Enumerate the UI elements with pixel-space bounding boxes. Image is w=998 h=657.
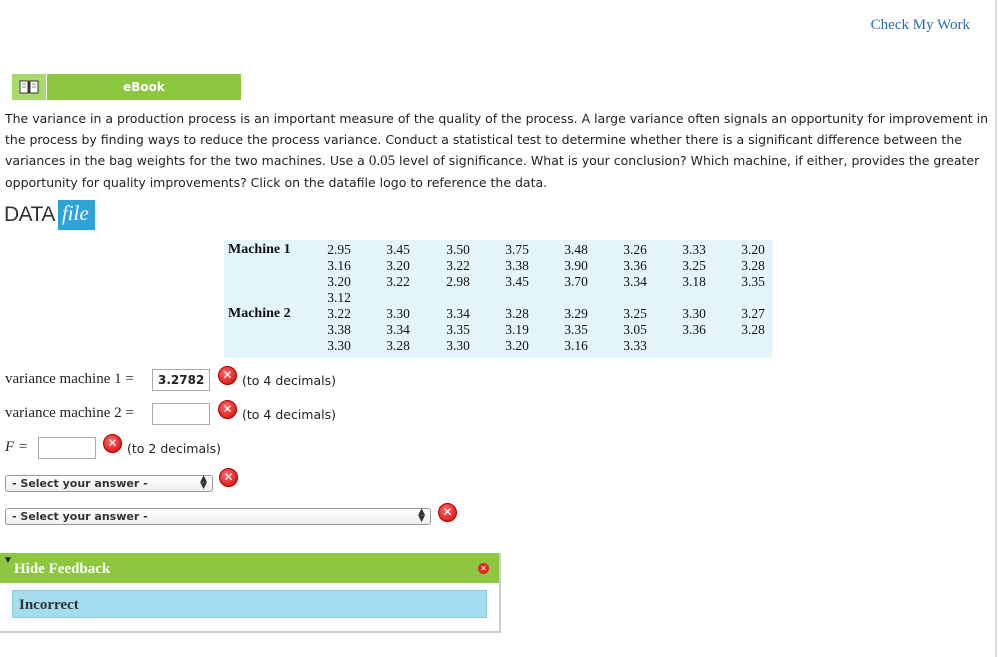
machine2-cell: 3.20 bbox=[505, 338, 529, 353]
machine1-cell: 3.25 bbox=[682, 258, 706, 273]
variance2-label: variance machine 2 = bbox=[5, 405, 134, 421]
machine1-cell: 3.70 bbox=[564, 274, 588, 289]
machine2-cell: 3.30 bbox=[682, 306, 706, 321]
data-table: Machine 1 Machine 2 2.95 3.45 3.50 3.75 3.48… bbox=[224, 240, 772, 358]
machine1-cell: 3.16 bbox=[327, 258, 351, 273]
datafile-logo-file: file bbox=[57, 200, 95, 230]
machine1-cell: 3.20 bbox=[741, 242, 765, 257]
ebook-label: eBook bbox=[47, 74, 241, 100]
machine1-cell: 3.45 bbox=[505, 274, 529, 289]
machine2-cell: 3.22 bbox=[327, 306, 351, 321]
machine1-cell: 3.34 bbox=[623, 274, 647, 289]
machine1-cell: 3.36 bbox=[623, 258, 647, 273]
machine2-cell: 3.30 bbox=[446, 338, 470, 353]
book-icon bbox=[12, 74, 47, 100]
machine2-label: Machine 2 bbox=[228, 306, 291, 321]
machine2-cell: 3.27 bbox=[741, 306, 765, 321]
check-my-work-link[interactable]: Check My Work bbox=[871, 17, 970, 34]
variance1-input[interactable]: 3.2782 bbox=[152, 369, 210, 391]
machine1-cell: 3.18 bbox=[682, 274, 706, 289]
machine1-cell: 3.38 bbox=[505, 258, 529, 273]
machine2-cell: 3.28 bbox=[386, 338, 410, 353]
machine-select-value: - Select your answer - bbox=[12, 510, 148, 523]
incorrect-icon: ✕ bbox=[218, 366, 237, 385]
variance2-hint: (to 4 decimals) bbox=[242, 407, 336, 422]
machine2-cell: 3.30 bbox=[386, 306, 410, 321]
conclusion-select[interactable]: - Select your answer - ▲ ▼ bbox=[5, 475, 213, 492]
machine2-cell: 3.28 bbox=[505, 306, 529, 321]
machine2-cell: 3.38 bbox=[327, 322, 351, 337]
machine1-cell: 3.28 bbox=[741, 258, 765, 273]
incorrect-icon: ✕ bbox=[218, 400, 237, 419]
hide-feedback-toggle[interactable]: ▼ Hide Feedback ✕ bbox=[0, 553, 499, 583]
significance-level: 0.05 bbox=[368, 153, 396, 169]
machine1-cell: 3.22 bbox=[446, 258, 470, 273]
machine1-cell: 3.12 bbox=[327, 290, 351, 305]
machine2-cell: 3.29 bbox=[564, 306, 588, 321]
machine2-cell: 3.05 bbox=[623, 322, 647, 337]
incorrect-icon: ✕ bbox=[219, 468, 238, 487]
machine1-cell: 3.26 bbox=[623, 242, 647, 257]
machine1-label: Machine 1 bbox=[228, 242, 291, 257]
variance1-hint: (to 4 decimals) bbox=[242, 373, 336, 388]
incorrect-icon: ✕ bbox=[438, 503, 457, 522]
datafile-logo[interactable]: DATA file bbox=[4, 200, 95, 230]
machine2-cell: 3.35 bbox=[446, 322, 470, 337]
machine-select[interactable]: - Select your answer - ▲ ▼ bbox=[5, 508, 431, 525]
f-hint: (to 2 decimals) bbox=[127, 441, 221, 456]
machine1-cell: 3.75 bbox=[505, 242, 529, 257]
question-text: The variance in a production process is … bbox=[5, 108, 990, 193]
ebook-button[interactable]: eBook bbox=[12, 74, 241, 100]
feedback-panel: ▼ Hide Feedback ✕ Incorrect bbox=[0, 553, 501, 633]
machine1-cell: 3.90 bbox=[564, 258, 588, 273]
machine1-cell: 3.20 bbox=[386, 258, 410, 273]
machine2-cell: 3.34 bbox=[386, 322, 410, 337]
variance2-input[interactable] bbox=[152, 403, 210, 425]
machine1-cell: 3.20 bbox=[327, 274, 351, 289]
conclusion-select-value: - Select your answer - bbox=[12, 477, 148, 490]
hide-feedback-label: Hide Feedback bbox=[14, 561, 111, 577]
variance1-label: variance machine 1 = bbox=[5, 371, 134, 387]
machine2-cell: 3.19 bbox=[505, 322, 529, 337]
machine2-cell: 3.34 bbox=[446, 306, 470, 321]
machine1-cell: 3.50 bbox=[446, 242, 470, 257]
f-input[interactable] bbox=[38, 437, 96, 459]
machine1-cell: 3.45 bbox=[386, 242, 410, 257]
machine1-cell: 2.95 bbox=[327, 242, 351, 257]
feedback-status: Incorrect bbox=[12, 590, 487, 618]
updown-arrow-icon: ▲ ▼ bbox=[418, 507, 425, 524]
right-border bbox=[995, 0, 997, 657]
machine2-cell: 3.30 bbox=[327, 338, 351, 353]
machine2-cell: 3.33 bbox=[623, 338, 647, 353]
updown-arrow-icon: ▲ ▼ bbox=[200, 474, 207, 491]
triangle-down-icon: ▼ bbox=[3, 555, 13, 566]
machine2-cell: 3.16 bbox=[564, 338, 588, 353]
machine1-cell: 3.35 bbox=[741, 274, 765, 289]
machine1-cell: 3.33 bbox=[682, 242, 706, 257]
datafile-logo-data: DATA bbox=[4, 203, 55, 226]
machine1-cell: 3.48 bbox=[564, 242, 588, 257]
f-label: F = bbox=[5, 439, 29, 455]
machine2-cell: 3.25 bbox=[623, 306, 647, 321]
machine1-cell: 2.98 bbox=[446, 274, 470, 289]
incorrect-icon: ✕ bbox=[103, 434, 122, 453]
machine2-cell: 3.28 bbox=[741, 322, 765, 337]
close-icon[interactable]: ✕ bbox=[478, 563, 489, 574]
machine1-cell: 3.22 bbox=[386, 274, 410, 289]
machine2-cell: 3.36 bbox=[682, 322, 706, 337]
machine2-cell: 3.35 bbox=[564, 322, 588, 337]
